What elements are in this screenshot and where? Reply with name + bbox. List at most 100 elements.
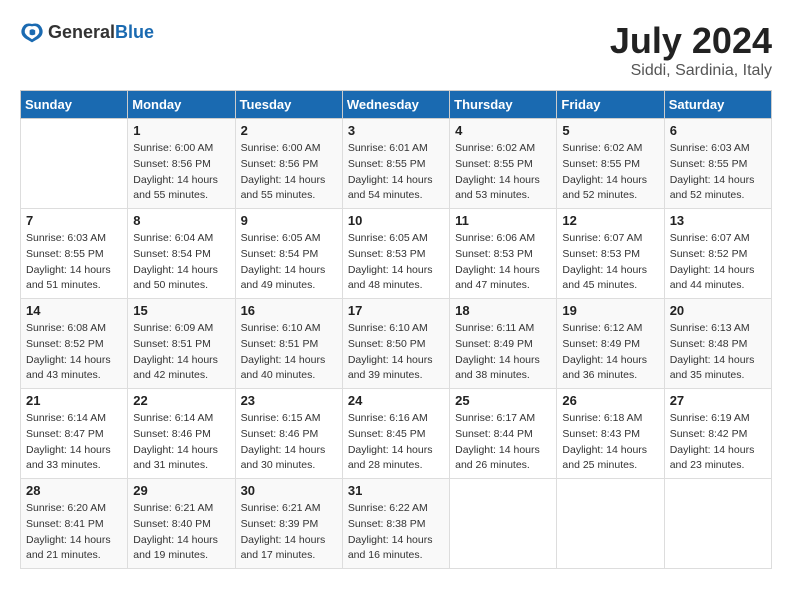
day-cell: 19Sunrise: 6:12 AM Sunset: 8:49 PM Dayli…: [557, 299, 664, 389]
week-row-2: 14 Sunrise: 6:08 AM Sunset: 8:52 PM Dayli…: [21, 299, 772, 389]
day-info: Sunrise: 6:03 AM Sunset: 8:55 PM Dayligh…: [26, 231, 122, 294]
day-info: Sunrise: 6:22 AM Sunset: 8:38 PM Dayligh…: [348, 501, 444, 564]
day-number: 19: [562, 303, 658, 318]
day-info: Sunrise: 6:21 AM Sunset: 8:39 PM Dayligh…: [241, 501, 337, 564]
day-info: Sunrise: 6:15 AM Sunset: 8:46 PM Dayligh…: [241, 411, 337, 474]
day-number: 28: [26, 483, 122, 498]
day-number: 18: [455, 303, 551, 318]
day-cell: 5Sunrise: 6:02 AM Sunset: 8:55 PM Daylig…: [557, 119, 664, 209]
day-cell: 10Sunrise: 6:05 AM Sunset: 8:53 PM Dayli…: [342, 209, 449, 299]
day-number: 12: [562, 213, 658, 228]
day-cell: [557, 479, 664, 569]
header-cell-friday: Friday: [557, 91, 664, 119]
day-cell: 9 Sunrise: 6:05 AM Sunset: 8:54 PM Daylig…: [235, 209, 342, 299]
day-info: Sunrise: 6:19 AM Sunset: 8:42 PM Dayligh…: [670, 411, 766, 474]
day-info: Sunrise: 6:09 AM Sunset: 8:51 PM Dayligh…: [133, 321, 229, 384]
calendar-body: 1 Sunrise: 6:00 AM Sunset: 8:56 PM Daylig…: [21, 119, 772, 569]
day-number: 29: [133, 483, 229, 498]
day-cell: 8Sunrise: 6:04 AM Sunset: 8:54 PM Daylig…: [128, 209, 235, 299]
day-cell: [450, 479, 557, 569]
day-number: 8: [133, 213, 229, 228]
day-info: Sunrise: 6:02 AM Sunset: 8:55 PM Dayligh…: [455, 141, 551, 204]
calendar-table: SundayMondayTuesdayWednesdayThursdayFrid…: [20, 90, 772, 569]
day-info: Sunrise: 6:06 AM Sunset: 8:53 PM Dayligh…: [455, 231, 551, 294]
day-info: Sunrise: 6:08 AM Sunset: 8:52 PM Dayligh…: [26, 321, 122, 384]
day-info: Sunrise: 6:14 AM Sunset: 8:47 PM Dayligh…: [26, 411, 122, 474]
day-info: Sunrise: 6:10 AM Sunset: 8:50 PM Dayligh…: [348, 321, 444, 384]
day-cell: [21, 119, 128, 209]
subtitle: Siddi, Sardinia, Italy: [610, 62, 772, 80]
day-cell: 12Sunrise: 6:07 AM Sunset: 8:53 PM Dayli…: [557, 209, 664, 299]
day-number: 2: [241, 123, 337, 138]
day-info: Sunrise: 6:17 AM Sunset: 8:44 PM Dayligh…: [455, 411, 551, 474]
day-info: Sunrise: 6:10 AM Sunset: 8:51 PM Dayligh…: [241, 321, 337, 384]
day-cell: 16 Sunrise: 6:10 AM Sunset: 8:51 PM Dayli…: [235, 299, 342, 389]
day-cell: 18 Sunrise: 6:11 AM Sunset: 8:49 PM Dayli…: [450, 299, 557, 389]
day-info: Sunrise: 6:05 AM Sunset: 8:54 PM Dayligh…: [241, 231, 337, 294]
day-cell: 20Sunrise: 6:13 AM Sunset: 8:48 PM Dayli…: [664, 299, 771, 389]
day-info: Sunrise: 6:16 AM Sunset: 8:45 PM Dayligh…: [348, 411, 444, 474]
day-number: 17: [348, 303, 444, 318]
day-number: 5: [562, 123, 658, 138]
header-row: SundayMondayTuesdayWednesdayThursdayFrid…: [21, 91, 772, 119]
logo: GeneralBlue: [20, 20, 154, 44]
main-title: July 2024: [610, 20, 772, 62]
day-number: 4: [455, 123, 551, 138]
day-info: Sunrise: 6:07 AM Sunset: 8:52 PM Dayligh…: [670, 231, 766, 294]
day-cell: 21Sunrise: 6:14 AM Sunset: 8:47 PM Dayli…: [21, 389, 128, 479]
logo-text: GeneralBlue: [48, 22, 154, 43]
day-cell: 22Sunrise: 6:14 AM Sunset: 8:46 PM Dayli…: [128, 389, 235, 479]
day-cell: 2 Sunrise: 6:00 AM Sunset: 8:56 PM Daylig…: [235, 119, 342, 209]
day-cell: 25 Sunrise: 6:17 AM Sunset: 8:44 PM Dayli…: [450, 389, 557, 479]
calendar-header: SundayMondayTuesdayWednesdayThursdayFrid…: [21, 91, 772, 119]
logo-general: General: [48, 22, 115, 42]
day-cell: 3Sunrise: 6:01 AM Sunset: 8:55 PM Daylig…: [342, 119, 449, 209]
title-area: July 2024 Siddi, Sardinia, Italy: [610, 20, 772, 80]
day-number: 25: [455, 393, 551, 408]
day-number: 23: [241, 393, 337, 408]
day-info: Sunrise: 6:20 AM Sunset: 8:41 PM Dayligh…: [26, 501, 122, 564]
day-info: Sunrise: 6:18 AM Sunset: 8:43 PM Dayligh…: [562, 411, 658, 474]
day-number: 13: [670, 213, 766, 228]
day-cell: 23 Sunrise: 6:15 AM Sunset: 8:46 PM Dayli…: [235, 389, 342, 479]
header-cell-sunday: Sunday: [21, 91, 128, 119]
day-number: 9: [241, 213, 337, 228]
day-number: 1: [133, 123, 229, 138]
week-row-0: 1 Sunrise: 6:00 AM Sunset: 8:56 PM Daylig…: [21, 119, 772, 209]
day-number: 3: [348, 123, 444, 138]
day-number: 14: [26, 303, 122, 318]
day-cell: 13 Sunrise: 6:07 AM Sunset: 8:52 PM Dayli…: [664, 209, 771, 299]
day-cell: 28 Sunrise: 6:20 AM Sunset: 8:41 PM Dayli…: [21, 479, 128, 569]
day-number: 6: [670, 123, 766, 138]
header: GeneralBlue July 2024 Siddi, Sardinia, I…: [20, 20, 772, 80]
day-info: Sunrise: 6:11 AM Sunset: 8:49 PM Dayligh…: [455, 321, 551, 384]
day-cell: 1 Sunrise: 6:00 AM Sunset: 8:56 PM Daylig…: [128, 119, 235, 209]
day-cell: 30Sunrise: 6:21 AM Sunset: 8:39 PM Dayli…: [235, 479, 342, 569]
week-row-4: 28 Sunrise: 6:20 AM Sunset: 8:41 PM Dayli…: [21, 479, 772, 569]
day-number: 15: [133, 303, 229, 318]
day-cell: 7Sunrise: 6:03 AM Sunset: 8:55 PM Daylig…: [21, 209, 128, 299]
day-number: 31: [348, 483, 444, 498]
day-number: 16: [241, 303, 337, 318]
day-cell: 15 Sunrise: 6:09 AM Sunset: 8:51 PM Dayli…: [128, 299, 235, 389]
day-cell: 26 Sunrise: 6:18 AM Sunset: 8:43 PM Dayli…: [557, 389, 664, 479]
header-cell-tuesday: Tuesday: [235, 91, 342, 119]
day-number: 24: [348, 393, 444, 408]
day-cell: [664, 479, 771, 569]
day-number: 20: [670, 303, 766, 318]
week-row-1: 7Sunrise: 6:03 AM Sunset: 8:55 PM Daylig…: [21, 209, 772, 299]
day-cell: 24 Sunrise: 6:16 AM Sunset: 8:45 PM Dayli…: [342, 389, 449, 479]
day-number: 26: [562, 393, 658, 408]
day-cell: 6Sunrise: 6:03 AM Sunset: 8:55 PM Daylig…: [664, 119, 771, 209]
day-info: Sunrise: 6:00 AM Sunset: 8:56 PM Dayligh…: [133, 141, 229, 204]
day-cell: 31 Sunrise: 6:22 AM Sunset: 8:38 PM Dayli…: [342, 479, 449, 569]
day-number: 10: [348, 213, 444, 228]
header-cell-wednesday: Wednesday: [342, 91, 449, 119]
day-cell: 29 Sunrise: 6:21 AM Sunset: 8:40 PM Dayli…: [128, 479, 235, 569]
day-number: 27: [670, 393, 766, 408]
day-info: Sunrise: 6:00 AM Sunset: 8:56 PM Dayligh…: [241, 141, 337, 204]
day-number: 11: [455, 213, 551, 228]
header-cell-monday: Monday: [128, 91, 235, 119]
day-info: Sunrise: 6:21 AM Sunset: 8:40 PM Dayligh…: [133, 501, 229, 564]
day-cell: 17 Sunrise: 6:10 AM Sunset: 8:50 PM Dayli…: [342, 299, 449, 389]
